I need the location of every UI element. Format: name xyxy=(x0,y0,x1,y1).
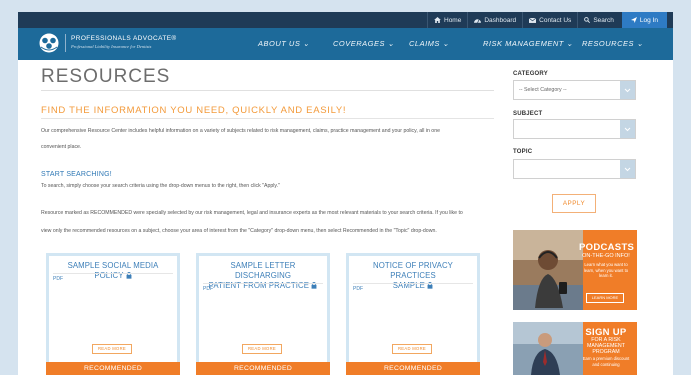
recommended-text-line-2: view only the recommended resources on a… xyxy=(41,228,437,234)
chevron-down-icon xyxy=(624,167,631,172)
recommended-badge: RECOMMENDED xyxy=(346,362,480,375)
nav-risk-management[interactable]: RISK MANAGEMENT ⌄ xyxy=(483,28,573,60)
nav-claims[interactable]: CLAIMS ⌄ xyxy=(409,28,449,60)
card-divider xyxy=(353,283,473,284)
page-title: RESOURCES xyxy=(41,66,171,87)
businessman-photo xyxy=(513,322,583,375)
home-link-label: Home xyxy=(444,16,462,24)
recommended-badge: RECOMMENDED xyxy=(46,362,180,375)
podcast-listener-photo xyxy=(513,230,583,310)
nav-about-us[interactable]: ABOUT US ⌄ xyxy=(258,28,310,60)
resource-card-title[interactable]: SAMPLE SOCIAL MEDIA POLICY xyxy=(53,261,173,281)
card-file-type: PDF xyxy=(53,276,63,282)
envelope-icon xyxy=(529,17,537,23)
contact-link-label: Contact Us xyxy=(539,16,572,24)
card-title-line-1: SAMPLE LETTER DISCHARGING xyxy=(230,261,296,280)
podcasts-title: PODCASTS xyxy=(579,242,635,253)
podcasts-promo[interactable]: PODCASTS ON-THE-GO INFO! Learn what you … xyxy=(513,230,637,310)
dashboard-icon xyxy=(474,19,482,23)
subject-label: SUBJECT xyxy=(513,111,543,117)
read-more-button[interactable]: READ MORE xyxy=(92,344,132,354)
card-divider xyxy=(53,273,173,274)
login-button[interactable]: Log In xyxy=(621,12,667,28)
contact-link[interactable]: Contact Us xyxy=(522,12,577,28)
resource-card-social-media[interactable]: SAMPLE SOCIAL MEDIA POLICY PDF READ MORE… xyxy=(46,253,180,375)
card-title-line-1: NOTICE OF PRIVACY PRACTICES xyxy=(373,261,453,280)
subject-select-arrow[interactable] xyxy=(620,120,635,138)
resource-card-discharge-letter[interactable]: SAMPLE LETTER DISCHARGING PATIENT FROM P… xyxy=(196,253,330,375)
apply-button[interactable]: APPLY xyxy=(552,194,596,213)
subject-select[interactable] xyxy=(513,119,636,139)
dashboard-link-label: Dashboard xyxy=(484,16,517,24)
resource-card-privacy-notice[interactable]: NOTICE OF PRIVACY PRACTICES SAMPLE PDF R… xyxy=(346,253,480,375)
signup-subtitle: FOR A RISK MANAGEMENT PROGRAM xyxy=(587,337,625,355)
signup-body: Earn a premium discount and continuing xyxy=(582,356,630,367)
card-divider xyxy=(203,283,323,284)
dashboard-link[interactable]: Dashboard xyxy=(467,12,522,28)
brand-block[interactable]: PROFESSIONALS ADVOCATE® Professional Lia… xyxy=(65,34,177,52)
login-icon xyxy=(630,17,637,23)
resource-card-title[interactable]: SAMPLE LETTER DISCHARGING PATIENT FROM P… xyxy=(203,261,323,291)
chevron-down-icon xyxy=(624,127,631,132)
card-title-line-1: SAMPLE SOCIAL MEDIA POLICY xyxy=(67,261,159,280)
signup-promo[interactable]: SIGN UP FOR A RISK MANAGEMENT PROGRAM Ea… xyxy=(513,322,637,375)
utility-bar: Home Dashboard Contact Us Search Log In xyxy=(18,12,673,28)
topic-select-arrow[interactable] xyxy=(620,160,635,178)
main-navbar: PROFESSIONALS ADVOCATE® Professional Lia… xyxy=(18,28,673,60)
read-more-button[interactable]: READ MORE xyxy=(392,344,432,354)
nav-resources[interactable]: RESOURCES ⌄ xyxy=(582,28,643,60)
learn-more-button[interactable]: LEARN MORE xyxy=(586,293,624,303)
brand-name: PROFESSIONALS ADVOCATE® xyxy=(71,35,177,42)
brand-tagline: Professional Liability Insurance for Den… xyxy=(71,44,152,49)
search-link[interactable]: Search xyxy=(577,12,620,28)
recommended-badge: RECOMMENDED xyxy=(196,362,330,375)
nav-coverages[interactable]: COVERAGES ⌄ xyxy=(333,28,394,60)
category-label: CATEGORY xyxy=(513,71,548,77)
intro-text-line-1: Our comprehensive Resource Center includ… xyxy=(41,128,440,134)
card-file-type: PDF xyxy=(353,286,363,292)
category-select-value: -- Select Category -- xyxy=(519,87,567,93)
logo-icon[interactable] xyxy=(38,33,60,53)
search-icon xyxy=(584,17,591,23)
start-searching-heading: START SEARCHING! xyxy=(41,171,112,178)
category-select[interactable]: -- Select Category -- xyxy=(513,80,636,100)
resource-card-title[interactable]: NOTICE OF PRIVACY PRACTICES SAMPLE xyxy=(353,261,473,291)
chevron-down-icon xyxy=(624,88,631,93)
recommended-text-line-1: Resource marked as RECOMMENDED were spec… xyxy=(41,210,463,216)
login-label: Log In xyxy=(639,16,658,24)
card-file-type: PDF xyxy=(203,286,213,292)
content-area: RESOURCES FIND THE INFORMATION YOU NEED,… xyxy=(18,60,673,375)
category-select-arrow[interactable] xyxy=(620,81,635,99)
topic-select[interactable] xyxy=(513,159,636,179)
intro-text-line-2: convenient place. xyxy=(41,144,82,150)
title-divider xyxy=(41,90,494,91)
utility-links: Home Dashboard Contact Us Search Log In xyxy=(427,12,667,28)
search-link-label: Search xyxy=(593,16,614,24)
subtitle-divider xyxy=(41,118,494,119)
home-icon xyxy=(434,17,441,23)
read-more-button[interactable]: READ MORE xyxy=(242,344,282,354)
start-searching-text: To search, simply choose your search cri… xyxy=(41,183,280,189)
page-subtitle: FIND THE INFORMATION YOU NEED, QUICKLY A… xyxy=(41,105,347,116)
home-link[interactable]: Home xyxy=(427,12,467,28)
podcasts-subtitle: ON-THE-GO INFO! xyxy=(582,253,630,259)
podcasts-body: Learn what you want to learn, when you w… xyxy=(583,262,629,278)
topic-label: TOPIC xyxy=(513,149,533,155)
